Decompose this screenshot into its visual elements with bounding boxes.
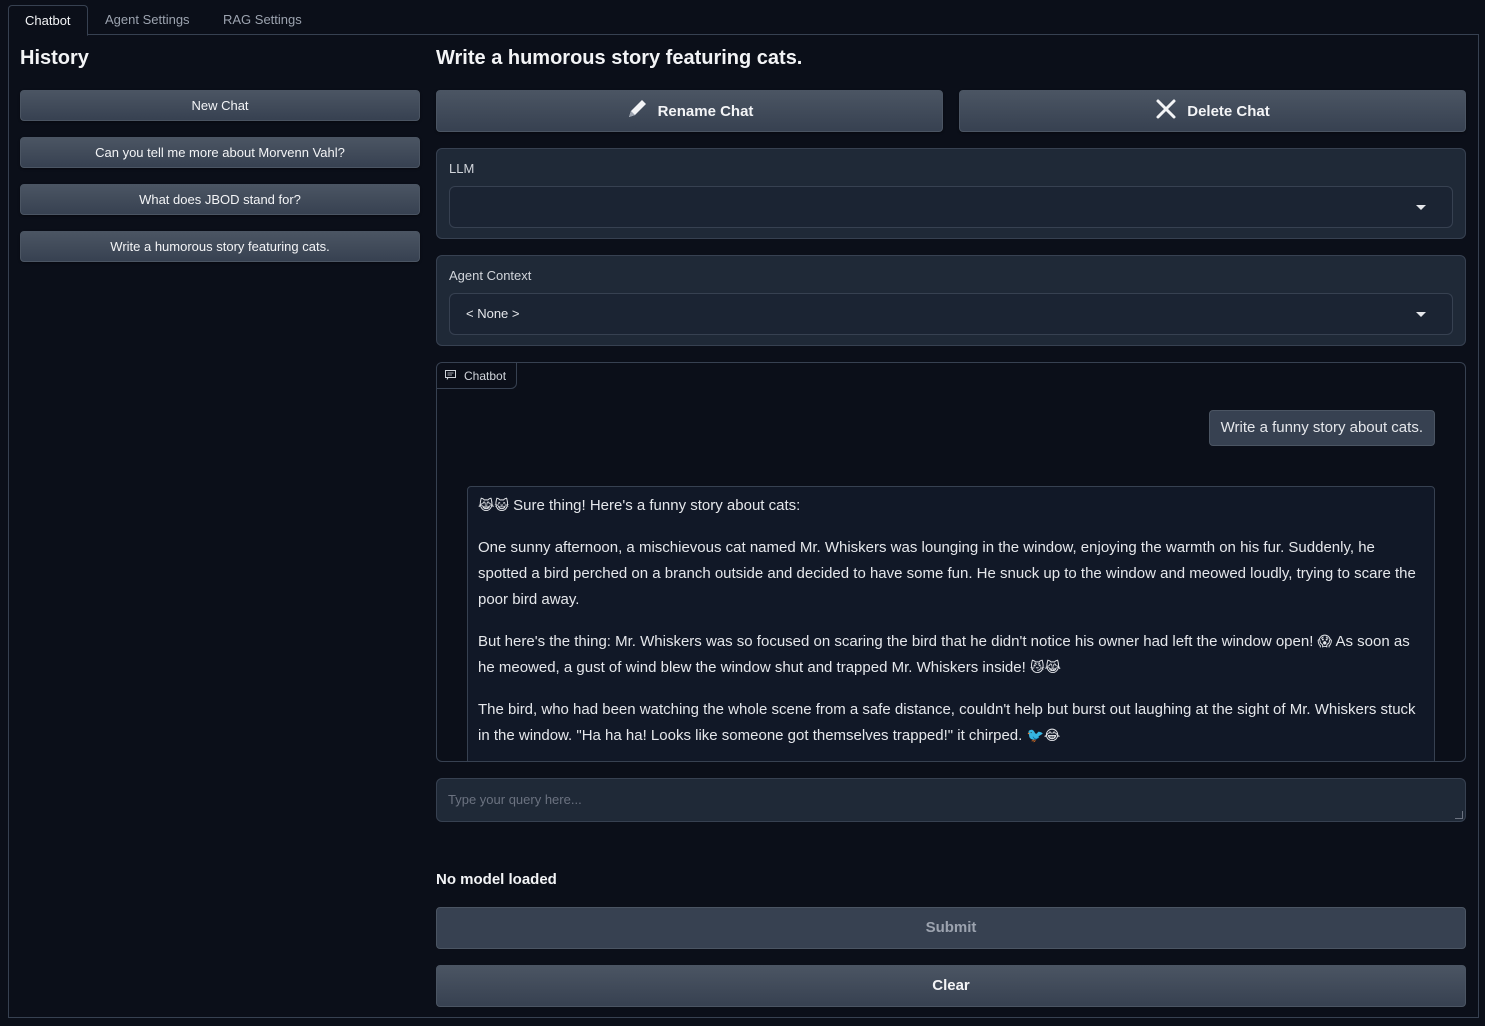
rename-chat-label: Rename Chat	[657, 102, 754, 120]
user-message: Write a funny story about cats.	[1208, 410, 1435, 446]
model-status: No model loaded	[436, 871, 557, 888]
history-title: History	[20, 47, 89, 69]
pencil-icon	[626, 98, 648, 124]
bot-paragraph: But here's the thing: Mr. Whiskers was s…	[478, 629, 1424, 681]
bot-paragraph: 😹😺 Sure thing! Here's a funny story abou…	[478, 493, 1424, 519]
llm-label: LLM	[449, 161, 475, 176]
history-item[interactable]: Write a humorous story featuring cats.	[20, 231, 420, 262]
agent-context-value: < None >	[466, 306, 520, 321]
bot-text: But here's the thing: Mr. Whiskers was s…	[478, 633, 1314, 650]
bot-text: The bird, who had been watching the whol…	[478, 701, 1416, 744]
chevron-down-icon	[1416, 312, 1426, 317]
llm-dropdown[interactable]	[449, 186, 1453, 228]
llm-panel: LLM	[436, 148, 1466, 239]
submit-button[interactable]: Submit	[436, 907, 1466, 949]
query-input[interactable]: Type your query here...	[436, 778, 1466, 822]
history-item[interactable]: What does JBOD stand for?	[20, 184, 420, 215]
cat-emoji-icon: 😼😹	[1029, 660, 1061, 676]
scream-emoji-icon: 😱	[1317, 634, 1333, 650]
chat-title: Write a humorous story featuring cats.	[436, 47, 803, 69]
tab-rag-settings[interactable]: RAG Settings	[207, 5, 318, 35]
history-item[interactable]: Can you tell me more about Morvenn Vahl?	[20, 137, 420, 168]
tab-bar: Chatbot Agent Settings RAG Settings	[8, 0, 1479, 36]
tab-chatbot[interactable]: Chatbot	[8, 5, 88, 36]
agent-context-label: Agent Context	[449, 268, 532, 283]
agent-context-dropdown[interactable]: < None >	[449, 293, 1453, 335]
agent-context-panel: Agent Context < None >	[436, 255, 1466, 346]
tab-agent-settings[interactable]: Agent Settings	[89, 5, 206, 35]
chat-icon	[445, 369, 456, 383]
bot-text: Sure thing! Here's a funny story about c…	[513, 497, 801, 514]
new-chat-button[interactable]: New Chat	[20, 90, 420, 121]
delete-chat-label: Delete Chat	[1187, 102, 1270, 120]
chevron-down-icon	[1416, 205, 1426, 210]
chatbot-label: Chatbot	[464, 368, 507, 383]
bot-message: 😹😺 Sure thing! Here's a funny story abou…	[467, 486, 1435, 761]
chatbot-panel[interactable]: Chatbot Write a funny story about cats. …	[436, 362, 1466, 762]
clear-button[interactable]: Clear	[436, 965, 1466, 1007]
delete-chat-button[interactable]: Delete Chat	[959, 90, 1466, 132]
rename-chat-button[interactable]: Rename Chat	[436, 90, 943, 132]
laughing-cat-emoji-icon: 😹😺	[478, 498, 509, 514]
x-icon	[1155, 98, 1177, 124]
bird-laugh-emoji-icon: 🐦😂	[1026, 728, 1061, 744]
bot-paragraph: One sunny afternoon, a mischievous cat n…	[478, 539, 1416, 608]
chatbot-tag: Chatbot	[437, 363, 518, 389]
resize-handle-icon[interactable]	[1455, 811, 1463, 819]
bot-paragraph: The bird, who had been watching the whol…	[478, 697, 1424, 749]
